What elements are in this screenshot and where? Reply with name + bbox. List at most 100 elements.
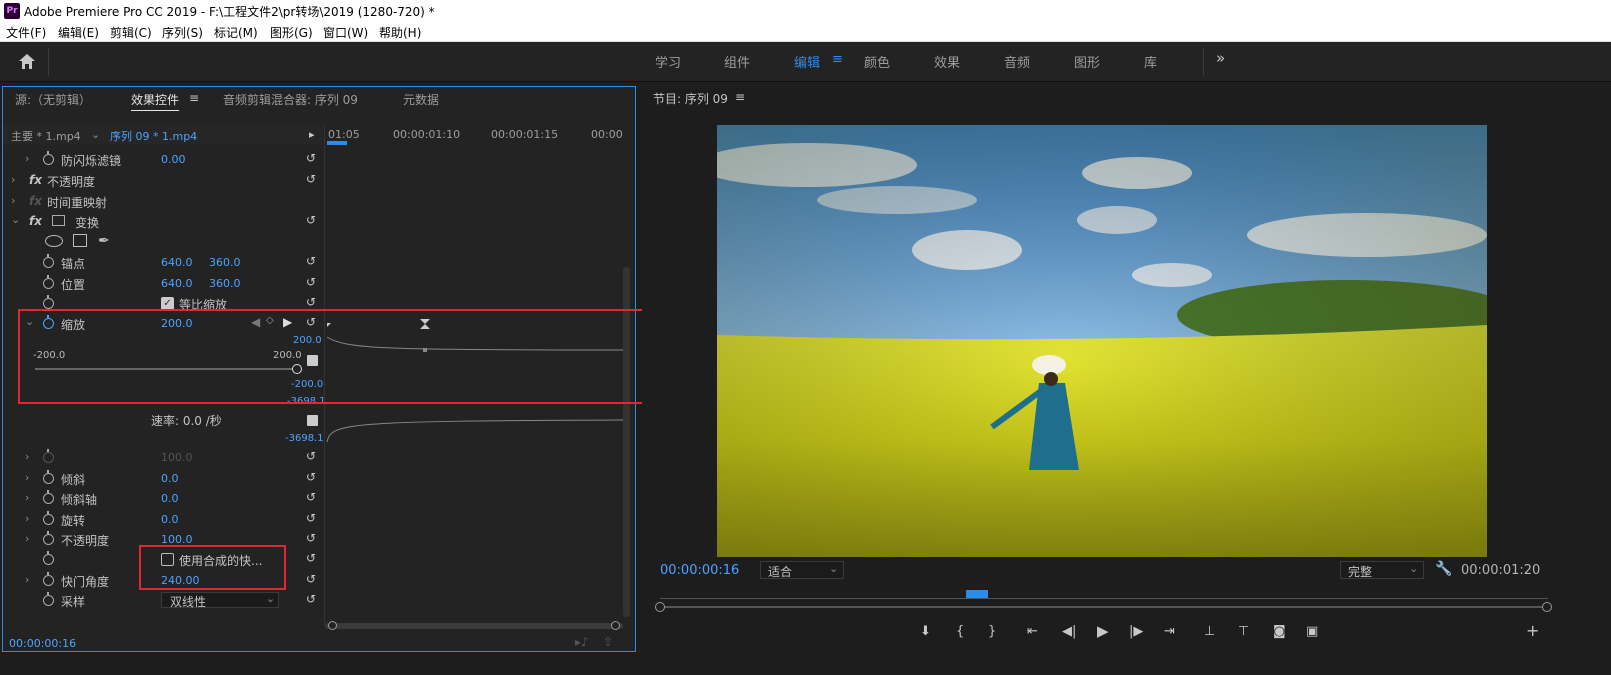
tab-metadata[interactable]: 元数据 <box>403 91 439 108</box>
reset-icon[interactable]: ↺ <box>306 572 316 586</box>
zoom-handle-left[interactable] <box>655 602 665 612</box>
menu-marker[interactable]: 标记(M) <box>214 24 258 41</box>
menu-edit[interactable]: 编辑(E) <box>58 24 99 41</box>
reset-icon[interactable]: ↺ <box>306 449 316 463</box>
workspace-assembly[interactable]: 组件 <box>724 52 750 71</box>
tab-menu-icon[interactable]: ≡ <box>189 91 199 105</box>
prop-value-y[interactable]: 360.0 <box>209 277 241 290</box>
mark-out-icon[interactable]: } <box>988 624 996 639</box>
play-icon[interactable]: ▶ <box>1097 622 1109 640</box>
prop-value[interactable]: 0.0 <box>161 472 179 485</box>
menu-sequence[interactable]: 序列(S) <box>162 24 203 41</box>
scroll-handle-right[interactable] <box>611 621 620 630</box>
stopwatch-icon[interactable] <box>43 275 54 289</box>
workspace-color[interactable]: 颜色 <box>864 52 890 71</box>
prop-value[interactable]: 0.00 <box>161 153 186 166</box>
workspace-learn[interactable]: 学习 <box>655 52 681 71</box>
workspace-editing[interactable]: 编辑 <box>794 52 820 71</box>
add-button-icon[interactable]: + <box>1526 621 1539 640</box>
timeline-ruler[interactable]: 01:05 00:00:01:10 00:00:01:15 00:00 <box>325 125 623 145</box>
stopwatch-icon[interactable] <box>43 490 54 504</box>
prop-value-x[interactable]: 640.0 <box>161 277 193 290</box>
menu-clip[interactable]: 剪辑(C) <box>110 24 152 41</box>
reset-icon[interactable]: ↺ <box>306 511 316 525</box>
graph-toggle-icon[interactable] <box>307 415 318 426</box>
lift-icon[interactable]: ⊥ <box>1204 624 1215 639</box>
stopwatch-icon[interactable] <box>43 254 54 268</box>
prop-value-x[interactable]: 640.0 <box>161 256 193 269</box>
reset-icon[interactable]: ↺ <box>306 275 316 289</box>
horizontal-scrollbar[interactable] <box>325 623 623 629</box>
reset-icon[interactable]: ↺ <box>306 490 316 504</box>
monitor-title[interactable]: 节目: 序列 09 <box>653 90 728 107</box>
stopwatch-icon[interactable] <box>43 470 54 484</box>
menu-help[interactable]: 帮助(H) <box>379 24 421 41</box>
go-to-out-icon[interactable]: ⇥ <box>1164 624 1175 639</box>
ellipse-mask-icon[interactable] <box>45 235 63 247</box>
add-marker-icon[interactable]: ⬇ <box>920 624 931 639</box>
prop-opacity-effect: › fx 不透明度 ↺ <box>11 172 317 189</box>
reset-icon[interactable]: ↺ <box>306 592 316 606</box>
quality-dropdown[interactable]: 完整 ⌄ <box>1340 561 1424 579</box>
more-workspaces-icon[interactable]: » <box>1216 49 1225 67</box>
prop-value[interactable]: 0.0 <box>161 492 179 505</box>
reset-icon[interactable]: ↺ <box>306 531 316 545</box>
menu-graphics[interactable]: 图形(G) <box>270 24 313 41</box>
time-ruler[interactable] <box>660 589 1548 603</box>
prop-value[interactable]: 0.0 <box>161 513 179 526</box>
pen-mask-icon[interactable]: ✒ <box>98 233 110 249</box>
playhead-marker[interactable] <box>327 141 347 145</box>
rectangle-mask-icon[interactable] <box>73 234 87 247</box>
fx-icon[interactable]: fx <box>29 173 42 187</box>
stopwatch-icon[interactable] <box>43 511 54 525</box>
workspace-audio[interactable]: 音频 <box>1004 52 1030 71</box>
zoom-dropdown[interactable]: 适合 ⌄ <box>760 561 844 579</box>
workspace-effects[interactable]: 效果 <box>934 52 960 71</box>
play-audio-icon[interactable]: ▸♪ <box>575 635 589 649</box>
compare-icon[interactable]: ▣ <box>1306 624 1318 639</box>
reset-icon[interactable]: ↺ <box>306 151 316 165</box>
zoom-handle-right[interactable] <box>1542 602 1552 612</box>
master-clip-label[interactable]: 主要 * 1.mp4 <box>11 128 81 144</box>
camera-icon[interactable]: ◙ <box>1273 624 1286 639</box>
reset-icon[interactable]: ↺ <box>306 295 316 309</box>
extract-icon[interactable]: ⊤ <box>1238 624 1249 639</box>
tab-source[interactable]: 源:（无剪辑） <box>15 91 91 108</box>
menu-window[interactable]: 窗口(W) <box>323 24 368 41</box>
reset-icon[interactable]: ↺ <box>306 213 316 227</box>
sampling-value: 双线性 <box>170 595 207 609</box>
fx-icon[interactable]: fx <box>29 214 42 228</box>
reset-icon[interactable]: ↺ <box>306 551 316 565</box>
scroll-handle-left[interactable] <box>328 621 337 630</box>
home-icon[interactable] <box>18 53 36 70</box>
export-icon[interactable]: ⇪ <box>603 635 613 649</box>
tab-effect-controls[interactable]: 效果控件 <box>131 91 180 111</box>
playhead-timecode[interactable]: 00:00:00:16 <box>660 563 739 578</box>
menu-file[interactable]: 文件(F) <box>6 24 46 41</box>
reset-icon[interactable]: ↺ <box>306 254 316 268</box>
step-forward-icon[interactable]: |▶ <box>1129 624 1143 639</box>
stopwatch-icon[interactable] <box>43 531 54 545</box>
reset-icon[interactable]: ↺ <box>306 172 316 186</box>
wrench-icon[interactable]: 🔧 <box>1435 561 1452 577</box>
current-time[interactable]: 00:00:00:16 <box>9 637 76 650</box>
sampling-dropdown[interactable]: 双线性 ⌄ <box>161 592 279 609</box>
transform-box-icon[interactable] <box>52 215 65 226</box>
workspace-menu-icon[interactable]: ≡ <box>832 52 843 67</box>
zoom-scrollbar[interactable] <box>664 606 1546 608</box>
panel-menu-icon[interactable]: ≡ <box>735 90 745 104</box>
sequence-clip-label[interactable]: 序列 09 * 1.mp4 <box>110 128 197 144</box>
step-back-icon[interactable]: ◀| <box>1062 624 1076 639</box>
workspace-libraries[interactable]: 库 <box>1144 52 1157 71</box>
playhead-marker[interactable] <box>966 590 988 598</box>
reset-icon[interactable]: ↺ <box>306 470 316 484</box>
stopwatch-icon[interactable] <box>43 151 54 165</box>
go-to-in-icon[interactable]: ⇤ <box>1027 624 1038 639</box>
mark-in-icon[interactable]: { <box>956 624 964 639</box>
workspace-graphics[interactable]: 图形 <box>1074 52 1100 71</box>
stopwatch-icon[interactable] <box>43 572 54 586</box>
play-clip-icon[interactable]: ▸ <box>309 128 315 141</box>
chevron-down-icon[interactable]: ⌄ <box>91 128 100 141</box>
prop-value-y[interactable]: 360.0 <box>209 256 241 269</box>
tab-audio-mixer[interactable]: 音频剪辑混合器: 序列 09 <box>223 91 358 108</box>
